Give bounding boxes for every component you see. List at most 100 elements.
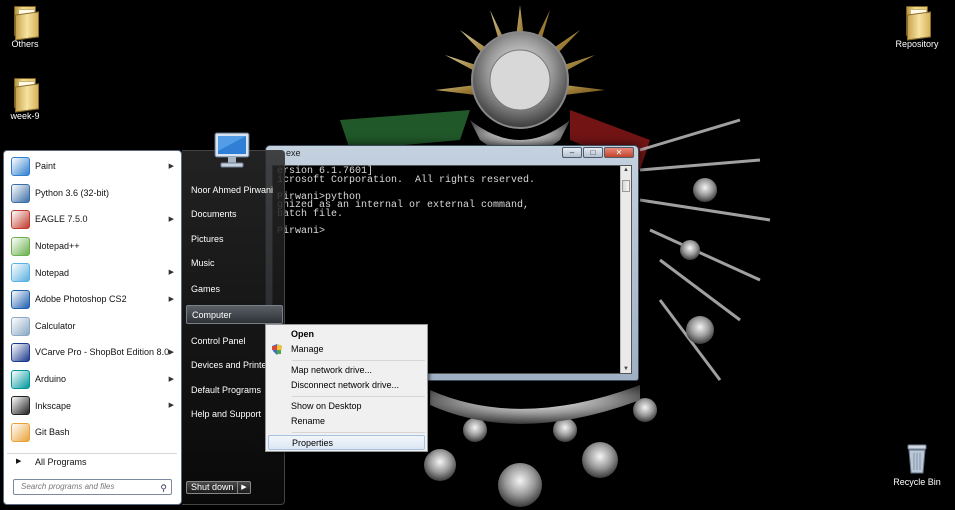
vcarve-icon [11, 343, 30, 363]
desktop-icon-label: Repository [895, 39, 939, 49]
ctx-properties[interactable]: Properties [268, 435, 425, 450]
menu-separator [292, 360, 425, 361]
program-label: VCarve Pro - ShopBot Edition 8.0 [35, 347, 170, 358]
window-title: exe [286, 148, 301, 158]
desktop-icon-others[interactable]: Others [0, 6, 60, 49]
computer-context-menu: Open Manage Map network drive... Disconn… [265, 324, 428, 452]
folder-icon [906, 6, 928, 36]
ctx-show-on-desktop[interactable]: Show on Desktop [268, 399, 425, 414]
search-placeholder: Search programs and files [21, 482, 115, 491]
scroll-up-arrow-icon[interactable]: ▲ [621, 167, 631, 173]
console-line: Pirwani> [277, 225, 326, 237]
submenu-arrow-icon[interactable]: ▶ [169, 215, 174, 223]
notepad-icon [11, 263, 30, 283]
ctx-label: Manage [291, 344, 324, 354]
program-item[interactable]: Notepad ▶ [7, 259, 178, 286]
program-label: EAGLE 7.5.0 [35, 214, 88, 225]
submenu-arrow-icon[interactable]: ▶ [169, 348, 174, 356]
shutdown-label: Shut down [191, 482, 234, 492]
program-label: Notepad++ [35, 241, 80, 252]
close-button[interactable]: ✕ [604, 147, 634, 158]
menu-separator [292, 396, 425, 397]
program-item[interactable]: Python 3.6 (32-bit) [7, 180, 178, 207]
ctx-label: Map network drive... [291, 365, 373, 375]
start-menu-item-games[interactable]: Games [186, 280, 283, 299]
desktop-icon-week-9[interactable]: week-9 [0, 78, 60, 121]
all-programs-button[interactable]: ▶ All Programs [7, 453, 177, 469]
maximize-button[interactable]: □ [583, 147, 603, 158]
photoshop-icon [11, 289, 30, 309]
program-item[interactable]: Calculator [7, 313, 178, 340]
program-item[interactable]: Adobe Photoshop CS2 ▶ [7, 286, 178, 313]
start-menu-item-documents[interactable]: Documents [186, 205, 283, 224]
folder-icon [14, 78, 36, 108]
scrollbar-thumb[interactable] [622, 180, 630, 192]
start-menu-item-music[interactable]: Music [186, 254, 283, 273]
start-menu-item-pictures[interactable]: Pictures [186, 230, 283, 249]
desktop-icon-repository[interactable]: Repository [882, 6, 952, 49]
start-menu-item-noor-ahmed-pirwani[interactable]: Noor Ahmed Pirwani [186, 181, 283, 200]
program-label: Paint [35, 161, 56, 172]
console-line: icrosoft Corporation. All rights reserve… [277, 174, 536, 186]
program-label: Arduino [35, 374, 67, 385]
ctx-manage[interactable]: Manage [268, 342, 425, 357]
python-icon [11, 183, 30, 203]
notepadpp-icon [11, 236, 30, 256]
program-item[interactable]: Arduino ▶ [7, 366, 178, 393]
program-item[interactable]: VCarve Pro - ShopBot Edition 8.0 ▶ [7, 339, 178, 366]
submenu-arrow-icon[interactable]: ▶ [169, 401, 174, 409]
arrow-right-icon: ▶ [16, 458, 22, 465]
search-icon[interactable]: ⚲ [160, 481, 167, 495]
program-item[interactable]: Paint ▶ [7, 153, 178, 180]
search-input[interactable]: Search programs and files ⚲ [13, 479, 172, 495]
program-item[interactable]: Inkscape ▶ [7, 392, 178, 419]
ctx-label: Disconnect network drive... [291, 380, 400, 390]
minimize-button[interactable]: – [562, 147, 582, 158]
start-menu-item-computer[interactable]: Computer [186, 305, 283, 324]
uac-shield-icon [272, 344, 282, 355]
scroll-down-arrow-icon[interactable]: ▼ [621, 366, 631, 372]
desktop-icon-recycle-bin[interactable]: Recycle Bin [882, 442, 952, 487]
vertical-scrollbar[interactable]: ▲ ▼ [620, 166, 631, 373]
program-label: Calculator [35, 320, 76, 331]
pinned-programs-list: Paint ▶ Python 3.6 (32-bit) EAGLE 7.5.0 ▶ Not… [7, 153, 178, 446]
inkscape-icon [11, 396, 30, 416]
program-label: Python 3.6 (32-bit) [35, 187, 110, 198]
submenu-arrow-icon[interactable]: ▶ [169, 375, 174, 383]
shutdown-options-arrow-icon[interactable]: ▶ [237, 482, 250, 493]
arduino-icon [11, 369, 30, 389]
ctx-label: Properties [292, 438, 334, 448]
all-programs-label: All Programs [35, 456, 87, 467]
submenu-arrow-icon[interactable]: ▶ [169, 295, 174, 303]
console-text: ersion 6.1.7601] icrosoft Corporation. Al… [277, 167, 617, 237]
program-label: Inkscape [35, 400, 72, 411]
window-controls: – □ ✕ [562, 147, 634, 158]
ctx-label: Show on Desktop [291, 401, 362, 411]
program-item[interactable]: Notepad++ [7, 233, 178, 260]
desktop-icon-label: Recycle Bin [893, 477, 941, 487]
ctx-label: Open [291, 329, 315, 339]
program-label: Notepad [35, 267, 70, 278]
menu-separator [292, 432, 425, 433]
start-menu-programs-pane: Paint ▶ Python 3.6 (32-bit) EAGLE 7.5.0 ▶ Not… [3, 150, 182, 505]
computer-user-picture-icon [214, 132, 250, 168]
ctx-map-network-drive[interactable]: Map network drive... [268, 363, 425, 378]
program-item[interactable]: EAGLE 7.5.0 ▶ [7, 206, 178, 233]
folder-icon [14, 6, 36, 36]
ctx-rename[interactable]: Rename [268, 414, 425, 429]
eagle-icon [11, 210, 30, 230]
calculator-icon [11, 316, 30, 336]
program-item[interactable]: Git Bash [7, 419, 178, 446]
recycle-bin-icon [907, 444, 927, 474]
submenu-arrow-icon[interactable]: ▶ [169, 268, 174, 276]
console-line: batch file. [277, 208, 344, 220]
ctx-label: Rename [291, 416, 326, 426]
paint-icon [11, 157, 30, 176]
program-label: Adobe Photoshop CS2 [35, 294, 127, 305]
git-bash-icon [11, 422, 30, 442]
submenu-arrow-icon[interactable]: ▶ [169, 162, 174, 170]
ctx-open[interactable]: Open [268, 327, 425, 342]
shutdown-button[interactable]: Shut down ▶ [186, 481, 251, 494]
ctx-disconnect-network-drive[interactable]: Disconnect network drive... [268, 378, 425, 393]
